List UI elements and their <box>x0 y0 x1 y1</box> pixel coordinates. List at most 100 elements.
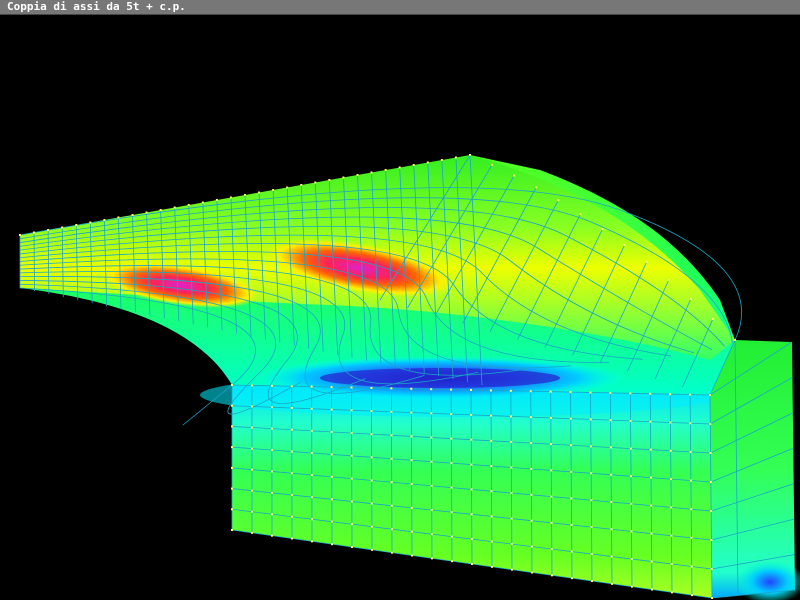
mesh-node <box>710 568 713 570</box>
mesh-node <box>530 442 533 445</box>
mesh-node <box>370 525 373 528</box>
mesh-node <box>370 502 373 505</box>
title-bar[interactable]: Coppia di assi da 5t + c.p. <box>0 0 800 15</box>
mesh-node <box>271 534 273 537</box>
low-stress-band <box>255 356 625 400</box>
mesh-line <box>351 387 353 548</box>
mesh-node <box>310 474 313 477</box>
mesh-node <box>570 524 573 526</box>
mesh-node <box>270 470 273 473</box>
mesh-node <box>711 597 713 599</box>
mesh-node <box>231 487 233 490</box>
mesh-node <box>649 420 652 423</box>
mesh-node <box>690 508 693 511</box>
mesh-node <box>390 457 393 460</box>
mesh-node <box>430 509 433 511</box>
mesh-node <box>47 229 50 231</box>
mesh-node <box>231 466 233 469</box>
mesh-node <box>270 513 273 516</box>
mesh-node <box>330 453 333 456</box>
mesh-node <box>650 504 653 507</box>
mesh-node <box>426 161 429 164</box>
mesh-node <box>570 550 573 553</box>
mesh-node <box>450 486 453 489</box>
mesh-node <box>709 423 712 425</box>
mesh-node <box>470 413 473 416</box>
mesh-node <box>510 517 513 520</box>
mesh-node <box>231 446 233 449</box>
mesh-node <box>310 451 313 454</box>
mesh-node <box>290 515 293 518</box>
mesh-node <box>670 534 673 537</box>
mesh-node <box>470 389 472 391</box>
mesh-node <box>430 484 433 487</box>
mesh-node <box>609 419 612 422</box>
mesh-node <box>370 171 373 174</box>
mesh-node <box>231 425 233 428</box>
mesh-node <box>250 489 253 492</box>
mesh-node <box>570 470 573 473</box>
mesh-node <box>371 548 373 551</box>
mesh-node <box>410 506 413 509</box>
mesh-node <box>314 181 317 184</box>
mesh-node <box>410 459 413 462</box>
mesh-node <box>689 422 692 425</box>
mesh-node <box>290 428 293 431</box>
mesh-node <box>231 508 233 511</box>
mesh-node <box>430 436 433 439</box>
mesh-node <box>430 460 433 463</box>
mesh-node <box>398 166 401 169</box>
mesh-node <box>244 194 246 196</box>
mesh-node <box>350 454 353 457</box>
3d-viewport[interactable] <box>0 15 800 600</box>
mesh-node <box>310 385 313 388</box>
mesh-node <box>590 526 593 529</box>
fem-mesh-view[interactable] <box>0 15 800 600</box>
mesh-node <box>589 391 592 394</box>
mesh-node <box>590 499 593 502</box>
mesh-node <box>549 416 552 419</box>
mesh-node <box>350 432 353 435</box>
mesh-node <box>412 164 415 166</box>
mesh-node <box>470 513 473 516</box>
mesh-node <box>511 568 513 571</box>
mesh-node <box>330 430 333 433</box>
mesh-node <box>610 555 613 558</box>
mesh-node <box>250 426 253 429</box>
mesh-node <box>390 504 393 507</box>
mesh-node <box>711 317 714 320</box>
mesh-node <box>691 594 693 597</box>
mesh-node <box>410 435 413 438</box>
mesh-node <box>330 408 333 411</box>
mesh-node <box>670 506 673 509</box>
mesh-node <box>611 582 613 585</box>
mesh-node <box>650 532 653 535</box>
mesh-node <box>450 462 453 465</box>
mesh-node <box>669 449 672 452</box>
mesh-node <box>669 421 672 424</box>
mesh-node <box>270 491 273 494</box>
mesh-node <box>370 456 373 459</box>
mesh-node <box>631 585 633 588</box>
mesh-node <box>689 297 692 300</box>
mesh-node <box>550 495 553 498</box>
mesh-node <box>579 213 582 216</box>
mesh-node <box>215 199 218 201</box>
mesh-node <box>630 530 633 533</box>
mesh-node <box>384 169 387 171</box>
mesh-node <box>290 472 293 475</box>
mesh-node <box>450 413 453 416</box>
mesh-node <box>590 472 593 475</box>
mesh-node <box>689 393 692 396</box>
mesh-node <box>549 390 552 393</box>
mesh-node <box>356 174 359 176</box>
mesh-node <box>370 479 373 482</box>
mesh-node <box>551 574 553 577</box>
mesh-node <box>250 468 253 471</box>
mesh-node <box>629 447 632 450</box>
mesh-node <box>272 189 275 191</box>
mesh-node <box>509 389 512 392</box>
mesh-node <box>623 243 626 246</box>
mesh-node <box>410 387 413 390</box>
mesh-node <box>590 553 593 556</box>
